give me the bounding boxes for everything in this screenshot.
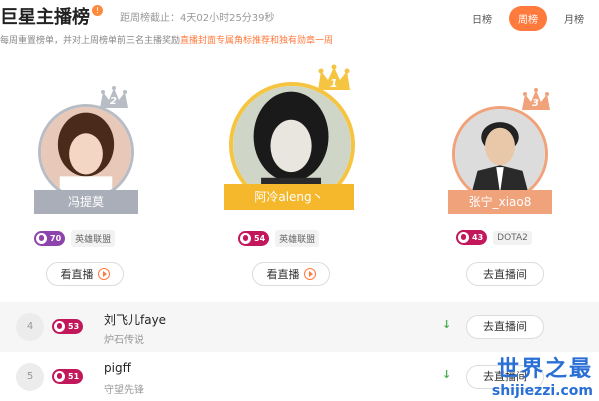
level-badge: 70 [34,231,66,246]
badges: 54 英雄联盟 [238,230,320,247]
mic-icon [458,232,469,243]
level-badge: 54 [238,231,270,246]
rule-text: 每周重置榜单，并对上周榜单前三名主播奖励 [0,36,181,46]
trend-down-icon: ↓ [442,318,452,331]
streamer-name: 冯提莫 [67,195,104,209]
game-name: 守望先锋 [104,385,144,396]
game-tag: DOTA2 [493,230,532,245]
level-badge: 53 [52,319,84,334]
mic-icon [54,321,65,332]
go-live-room-button[interactable]: 去直播间 [466,262,544,286]
game-tag: 英雄联盟 [71,230,116,247]
mic-icon [36,233,47,244]
rank-number: 1 [330,77,338,90]
streamer-name: 阿冷aleng丶 [254,190,324,204]
countdown-text: 距周榜截止：4天02小时25分39秒 [120,13,275,24]
level-badge: 51 [52,369,84,384]
go-live-room-button[interactable]: 去直播间 [466,315,544,339]
game-name: 炉石传说 [104,335,144,346]
name-ribbon: 阿冷aleng丶 [224,184,354,210]
avatar[interactable] [38,104,134,200]
rank-number: 4 [16,313,44,341]
watch-live-button[interactable]: 看直播 [252,262,330,286]
mic-icon [54,371,65,382]
page-title: 巨星主播榜 [0,7,90,28]
avatar[interactable] [452,106,548,202]
streamer-name[interactable]: 刘飞儿faye [104,311,166,328]
avatar-image [455,109,545,199]
avatar-image [41,107,131,197]
tab-daily[interactable]: 日榜 [463,6,501,31]
level-badge: 43 [456,230,488,245]
watermark-url: shijiezzi.com [491,383,593,399]
badges: 43 DOTA2 [456,230,532,245]
name-ribbon: 张宁_xiao8 [448,190,552,214]
list-item-rank-4[interactable]: 4 53 刘飞儿faye 炉石传说 ↓ 去直播间 [0,302,599,352]
watch-live-button[interactable]: 看直播 [46,262,124,286]
game-tag: 英雄联盟 [275,230,320,247]
tab-monthly[interactable]: 月榜 [555,6,593,31]
streamer-name: 张宁_xiao8 [468,195,532,209]
mic-icon [240,233,251,244]
trend-down-icon: ↓ [442,368,452,381]
rule-description: 每周重置榜单，并对上周榜单前三名主播奖励直播封面专属角标推荐和独有勋章一周 [0,33,333,46]
badges: 70 英雄联盟 [34,230,116,247]
name-ribbon: 冯提莫 [34,190,138,214]
rank-number: 2 [110,96,117,107]
ranking-tabs: 日榜 周榜 月榜 [463,6,593,31]
rank-number: 5 [16,363,44,391]
watermark-text: 世界之最 [496,357,593,382]
play-icon [303,268,316,280]
rank-number: 3 [532,98,539,109]
watermark: 世界之最 shijiezzi.com [492,351,593,399]
info-icon[interactable]: ! [92,5,103,16]
streamer-name[interactable]: pigff [104,361,131,375]
rule-highlight: 直播封面专属角标推荐和独有勋章一周 [180,36,334,46]
tab-weekly[interactable]: 周榜 [509,6,547,31]
play-icon [97,268,110,280]
